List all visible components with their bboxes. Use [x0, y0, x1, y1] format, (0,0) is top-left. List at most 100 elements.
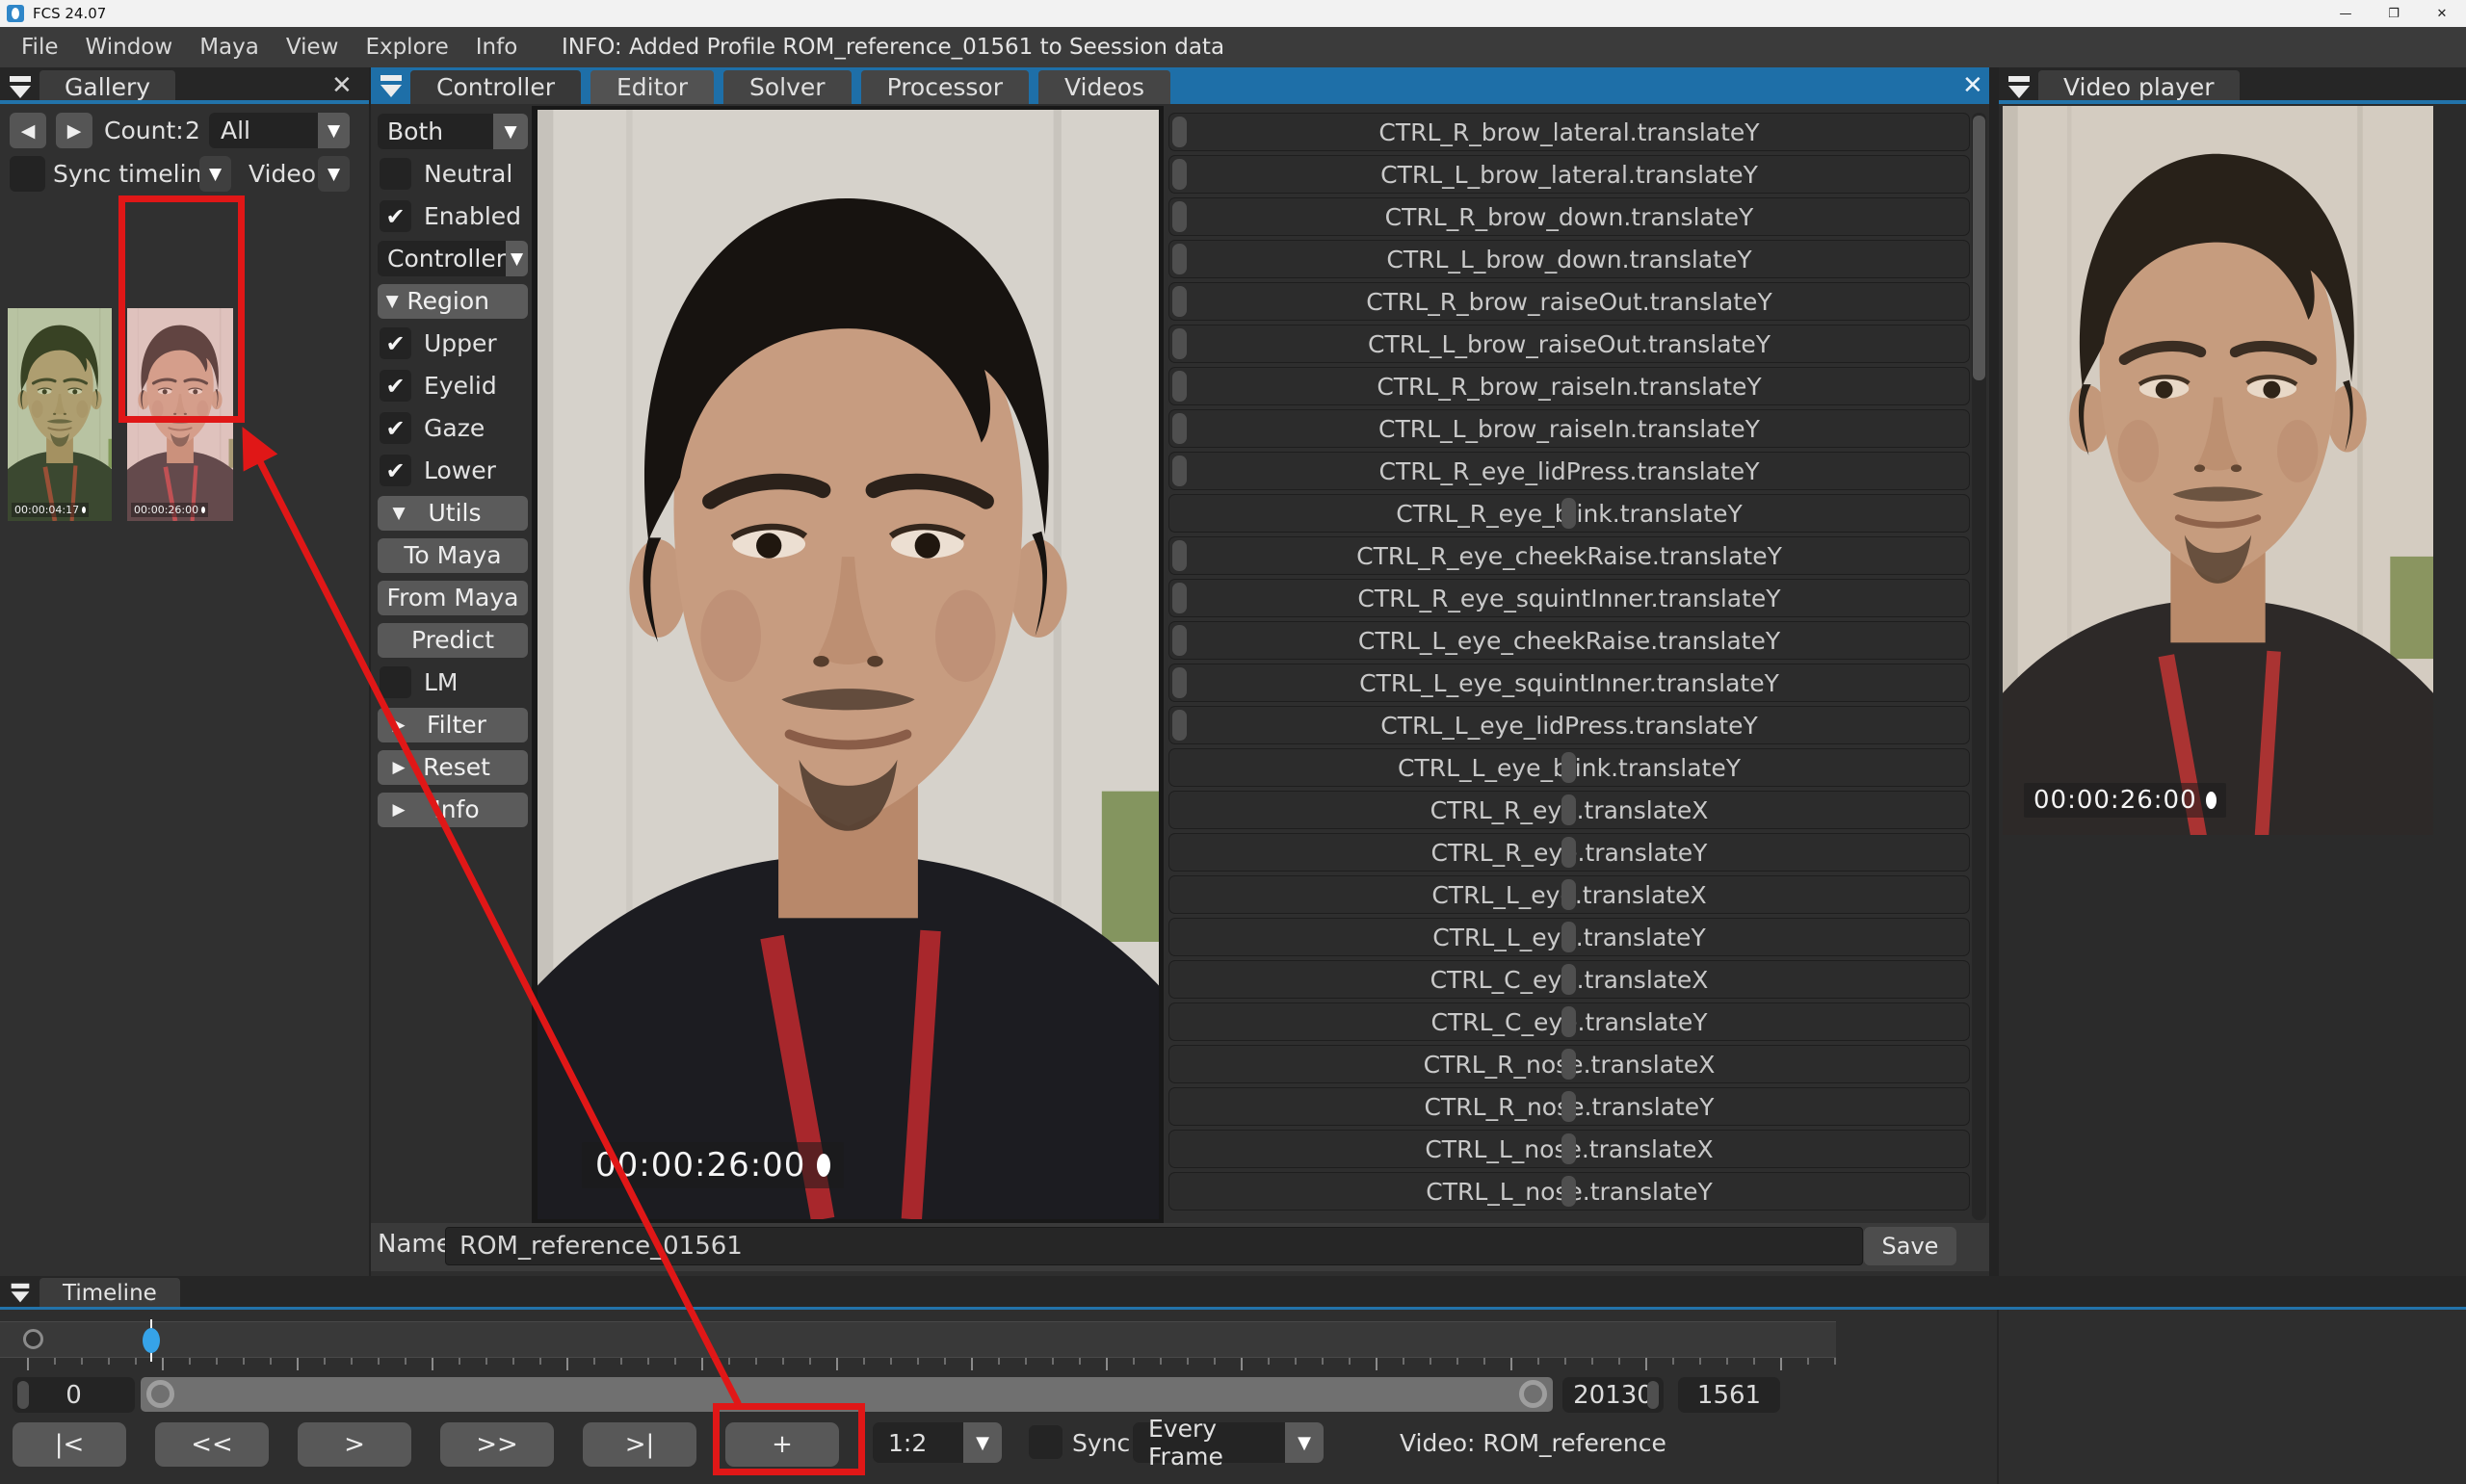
transport-button[interactable]: << [155, 1422, 269, 1467]
slider-handle[interactable] [1172, 583, 1187, 613]
ctrl-slider-row[interactable]: CTRL_R_brow_raiseIn.translateY [1168, 367, 1970, 405]
current-frame-field[interactable]: 1561 [1678, 1377, 1780, 1413]
controller-panel-tab[interactable]: Processor [860, 70, 1029, 104]
ctrl-slider-row[interactable]: CTRL_L_eye_squintInner.translateY [1168, 664, 1970, 702]
gallery-video-dropdown-icon[interactable]: ▼ [318, 156, 350, 192]
ctrl-slider-row[interactable]: CTRL_C_eye.translateX [1168, 960, 1970, 999]
filter-section-header[interactable]: ▶ Filter [378, 707, 528, 742]
slider-handle[interactable] [1561, 1091, 1576, 1122]
sync-timeline-dropdown-icon[interactable]: ▼ [199, 156, 231, 192]
ctrl-slider-row[interactable]: CTRL_L_brow_raiseOut.translateY [1168, 325, 1970, 363]
scrubber-right-handle[interactable] [1519, 1380, 1547, 1408]
ctrl-slider-row[interactable]: CTRL_R_eye_lidPress.translateY [1168, 452, 1970, 490]
panel-menu-icon[interactable] [379, 74, 404, 99]
ctrl-slider-row[interactable]: CTRL_L_eye_lidPress.translateY [1168, 706, 1970, 744]
slider-list-scrollbar[interactable] [1972, 113, 1986, 1220]
slider-handle[interactable] [1561, 498, 1576, 529]
ctrl-slider-row[interactable]: CTRL_R_brow_lateral.translateY [1168, 113, 1970, 151]
controller-panel-tab[interactable]: Controller [410, 70, 581, 104]
info-section-row[interactable]: ▶ Info [378, 792, 528, 827]
tab-video-player[interactable]: Video player [2038, 70, 2240, 104]
slider-handle[interactable] [1172, 540, 1187, 571]
profile-name-input[interactable] [445, 1227, 1863, 1265]
ctrl-slider-row[interactable]: CTRL_L_nose.translateX [1168, 1130, 1970, 1168]
utils-section-header[interactable]: ▼ Utils [378, 495, 528, 531]
panel-menu-icon[interactable] [2007, 75, 2032, 100]
menu-item[interactable]: Info [462, 27, 532, 67]
predict-button[interactable]: Predict [378, 622, 528, 658]
slider-handle[interactable] [1561, 752, 1576, 783]
menu-item[interactable]: Explore [352, 27, 461, 67]
gallery-thumbnail-1[interactable]: 00:00:04:17 [8, 308, 112, 521]
range-start-field[interactable]: 0 [13, 1377, 135, 1413]
slider-handle[interactable] [1172, 244, 1187, 274]
step-ratio-dropdown-icon[interactable]: ▼ [963, 1422, 1002, 1463]
gallery-prev-button[interactable]: ◀ [10, 113, 46, 148]
ctrl-slider-row[interactable]: CTRL_R_brow_down.translateY [1168, 197, 1970, 236]
slider-handle[interactable] [1561, 964, 1576, 995]
from-maya-button[interactable]: From Maya [378, 580, 528, 615]
eyelid-checkbox[interactable]: ✔ [380, 370, 411, 402]
transport-button[interactable]: >| [583, 1422, 696, 1467]
ctrl-slider-row[interactable]: CTRL_L_nose.translateY [1168, 1172, 1970, 1211]
gaze-checkbox-row[interactable]: ✔ Gaze [378, 410, 528, 446]
ctrl-slider-row[interactable]: CTRL_R_nose.translateY [1168, 1087, 1970, 1126]
slider-handle[interactable] [1172, 117, 1187, 147]
dropdown-icon[interactable]: ▼ [493, 114, 528, 149]
slider-handle[interactable] [1172, 286, 1187, 317]
frame-mode-dropdown[interactable]: Every Frame [1133, 1415, 1285, 1471]
region-section-row[interactable]: ▼ Region [378, 283, 528, 319]
neutral-checkbox[interactable] [380, 158, 411, 190]
from-maya-button-row[interactable]: From Maya [378, 580, 528, 615]
to-maya-button[interactable]: To Maya [378, 537, 528, 573]
sync-timeline-checkbox[interactable] [10, 156, 45, 192]
ctrl-slider-row[interactable]: CTRL_L_eye_blink.translateY [1168, 748, 1970, 787]
timeline-track[interactable] [0, 1321, 1836, 1358]
slider-handle[interactable] [1561, 1176, 1576, 1207]
scrubber-left-handle[interactable] [146, 1380, 174, 1408]
slider-handle[interactable] [1172, 413, 1187, 444]
close-button[interactable]: ✕ [2418, 0, 2466, 27]
slider-handle[interactable] [1172, 159, 1187, 190]
video-player-viewport[interactable]: 00:00:26:00 [2003, 106, 2433, 835]
ctrl-slider-row[interactable]: CTRL_R_brow_raiseOut.translateY [1168, 282, 1970, 321]
predict-button-row[interactable]: Predict [378, 622, 528, 658]
scrollbar-thumb[interactable] [1973, 116, 1985, 380]
reset-section-row[interactable]: ▶ Reset [378, 749, 528, 785]
controller-dropdown[interactable]: Controller ▼ [378, 241, 528, 276]
panel-menu-icon[interactable] [10, 1283, 31, 1304]
gallery-next-button[interactable]: ▶ [56, 113, 92, 148]
info-section-header[interactable]: ▶ Info [378, 792, 528, 827]
ctrl-slider-row[interactable]: CTRL_L_eye.translateY [1168, 918, 1970, 956]
range-end-handle[interactable] [1647, 1381, 1659, 1409]
slider-handle[interactable] [1561, 1133, 1576, 1164]
sync-checkbox[interactable] [1029, 1425, 1062, 1459]
lm-checkbox[interactable] [380, 666, 411, 698]
controller-panel-tab[interactable]: Editor [590, 70, 714, 104]
menu-item[interactable]: Maya [186, 27, 273, 67]
slider-handle[interactable] [1172, 201, 1187, 232]
tab-timeline[interactable]: Timeline [39, 1278, 180, 1308]
enabled-checkbox-row[interactable]: ✔ Enabled [378, 198, 528, 234]
ctrl-slider-row[interactable]: CTRL_R_eye_blink.translateY [1168, 494, 1970, 533]
slider-handle[interactable] [1172, 710, 1187, 741]
ctrl-slider-row[interactable]: CTRL_R_eye_squintInner.translateY [1168, 579, 1970, 617]
frame-mode-dropdown-icon[interactable]: ▼ [1285, 1422, 1324, 1463]
to-maya-button-row[interactable]: To Maya [378, 537, 528, 573]
utils-section-row[interactable]: ▼ Utils [378, 495, 528, 531]
upper-checkbox-row[interactable]: ✔ Upper [378, 325, 528, 361]
eyelid-checkbox-row[interactable]: ✔ Eyelid [378, 368, 528, 404]
menu-item[interactable]: View [273, 27, 353, 67]
slider-handle[interactable] [1561, 922, 1576, 952]
ctrl-slider-row[interactable]: CTRL_R_eye.translateX [1168, 791, 1970, 829]
slider-handle[interactable] [1561, 794, 1576, 825]
ctrl-slider-row[interactable]: CTRL_C_eye.translateY [1168, 1002, 1970, 1041]
gallery-filter-dropdown-icon[interactable]: ▼ [318, 113, 350, 148]
maximize-button[interactable]: ❐ [2370, 0, 2418, 27]
filter-section-row[interactable]: ▶ Filter [378, 707, 528, 742]
ctrl-slider-row[interactable]: CTRL_L_eye_cheekRaise.translateY [1168, 621, 1970, 660]
mode-dropdown[interactable]: Both ▼ [378, 114, 528, 149]
neutral-checkbox-row[interactable]: Neutral [378, 156, 528, 192]
gallery-filter-dropdown[interactable]: All [209, 113, 318, 148]
save-button[interactable]: Save [1864, 1227, 1956, 1265]
